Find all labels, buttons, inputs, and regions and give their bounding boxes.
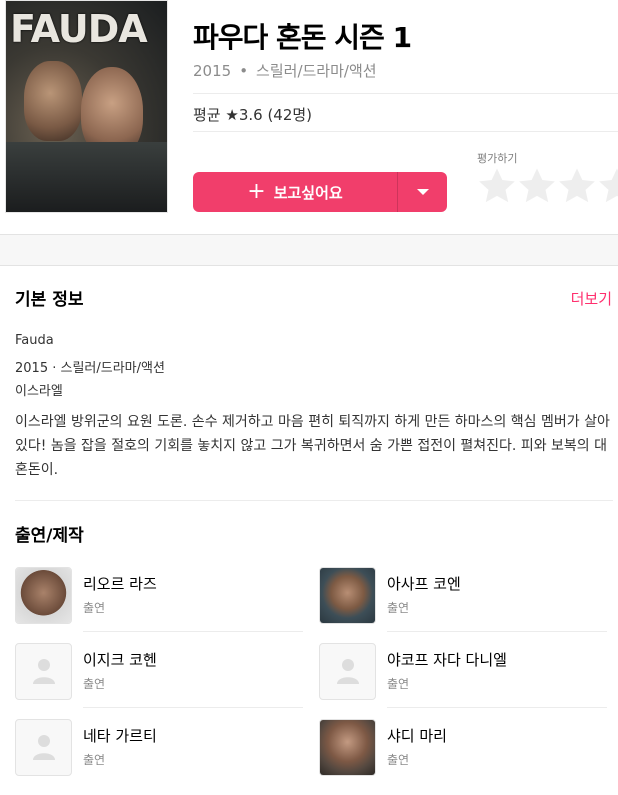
average-rating: 평균 ★3.6 (42명) bbox=[193, 106, 313, 124]
want-to-watch-control: + 보고싶어요 bbox=[193, 172, 447, 212]
meta-year: 2015 bbox=[193, 62, 232, 80]
cast-name: 이지크 코헨 bbox=[83, 651, 157, 669]
cast-role: 출연 bbox=[387, 601, 410, 615]
person-photo bbox=[16, 568, 71, 623]
cast-photo bbox=[15, 719, 72, 776]
cast-photo bbox=[319, 719, 376, 776]
year-genre: 2015 · 스릴러/드라마/액션 bbox=[15, 361, 165, 376]
star-rating[interactable] bbox=[477, 166, 618, 210]
cast-name: 네타 가르티 bbox=[83, 727, 157, 745]
page-title: 파우다 혼돈 시즌 1 bbox=[193, 21, 412, 54]
title-meta: 2015 • 스릴러/드라마/액션 bbox=[193, 60, 377, 81]
caret-down-icon bbox=[416, 189, 429, 195]
basic-info-heading: 기본 정보 bbox=[15, 290, 84, 310]
want-to-watch-label: 보고싶어요 bbox=[273, 183, 343, 202]
person-placeholder-icon bbox=[33, 735, 55, 760]
content-header: FAUDA 파우다 혼돈 시즌 1 2015 • 스릴러/드라마/액션 평균 ★3.… bbox=[0, 0, 618, 234]
cast-photo bbox=[319, 567, 376, 624]
divider bbox=[193, 93, 618, 94]
rate-label: 평가하기 bbox=[477, 152, 518, 165]
cast-photo bbox=[15, 643, 72, 700]
star-4-icon[interactable] bbox=[597, 166, 618, 206]
divider bbox=[15, 500, 613, 501]
person-placeholder-icon bbox=[33, 659, 55, 684]
cast-item[interactable]: 리오르 라즈 출연 bbox=[15, 567, 305, 632]
divider bbox=[387, 707, 607, 708]
cast-role: 출연 bbox=[387, 753, 410, 767]
cast-name: 야코프 자다 다니엘 bbox=[387, 651, 507, 669]
person-placeholder-icon bbox=[337, 659, 359, 684]
country: 이스라엘 bbox=[15, 384, 63, 399]
star-3-icon[interactable] bbox=[557, 166, 597, 206]
description: 이스라엘 방위군의 요원 도론. 손수 제거하고 마음 편히 퇴직까지 하게 만… bbox=[15, 414, 610, 478]
cast-item[interactable]: 네타 가르티 출연 bbox=[15, 719, 305, 776]
cast-name: 아사프 코엔 bbox=[387, 575, 461, 593]
plus-icon: + bbox=[247, 179, 266, 204]
cast-role: 출연 bbox=[387, 677, 410, 691]
original-title: Fauda bbox=[15, 333, 54, 348]
divider bbox=[387, 631, 607, 632]
cast-heading: 출연/제작 bbox=[15, 526, 84, 546]
want-to-watch-button[interactable]: + 보고싶어요 bbox=[193, 172, 397, 212]
want-options-dropdown-button[interactable] bbox=[398, 172, 447, 212]
cast-name: 샤디 마리 bbox=[387, 727, 447, 745]
poster-title-text: FAUDA bbox=[10, 7, 148, 51]
section-gap bbox=[0, 234, 618, 266]
person-photo bbox=[320, 720, 375, 775]
divider bbox=[83, 631, 303, 632]
divider bbox=[193, 131, 618, 132]
poster-figure-left bbox=[24, 61, 82, 141]
divider bbox=[83, 707, 303, 708]
cast-item[interactable]: 이지크 코헨 출연 bbox=[15, 643, 305, 708]
cast-item[interactable]: 야코프 자다 다니엘 출연 bbox=[319, 643, 609, 708]
meta-genres: 스릴러/드라마/액션 bbox=[256, 62, 377, 80]
cast-name: 리오르 라즈 bbox=[83, 575, 157, 593]
star-1-icon[interactable] bbox=[477, 166, 517, 206]
cast-photo bbox=[319, 643, 376, 700]
cast-photo bbox=[15, 567, 72, 624]
cast-role: 출연 bbox=[83, 601, 106, 615]
more-link[interactable]: 더보기 bbox=[571, 288, 612, 309]
person-photo bbox=[320, 568, 375, 623]
poster-image[interactable]: FAUDA bbox=[5, 0, 168, 213]
cast-item[interactable]: 아사프 코엔 출연 bbox=[319, 567, 609, 632]
cast-item[interactable]: 샤디 마리 출연 bbox=[319, 719, 609, 776]
cast-role: 출연 bbox=[83, 753, 106, 767]
star-2-icon[interactable] bbox=[517, 166, 557, 206]
cast-role: 출연 bbox=[83, 677, 106, 691]
poster-clothing bbox=[6, 142, 167, 212]
meta-separator: • bbox=[239, 62, 249, 80]
